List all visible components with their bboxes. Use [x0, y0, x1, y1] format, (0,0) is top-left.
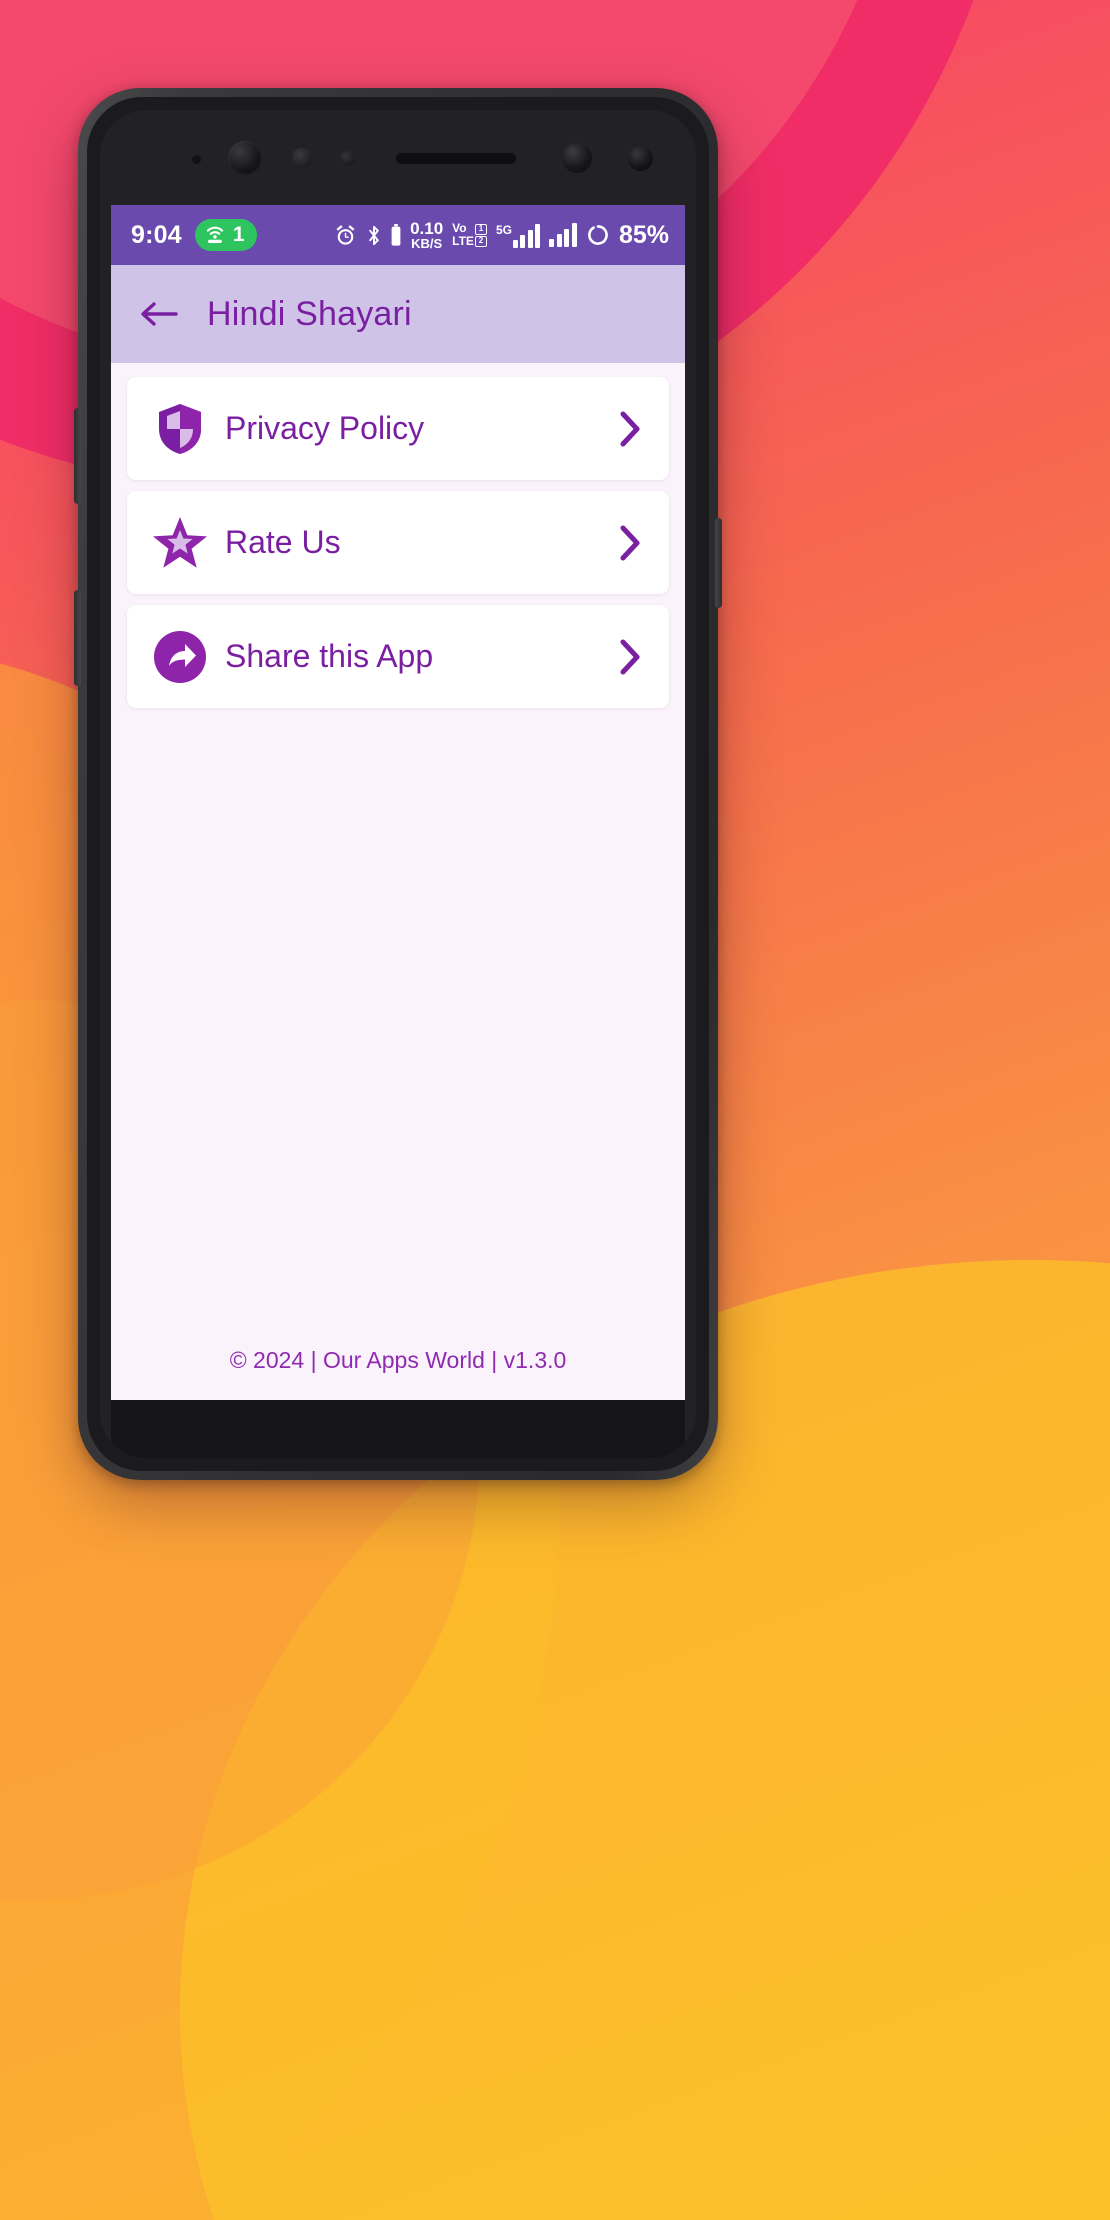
volte-indicator: Vo LTE 1 2 [452, 222, 487, 247]
front-camera-icon [228, 141, 262, 175]
hotspot-icon [206, 226, 224, 243]
ir-sensor-icon [292, 148, 312, 168]
data-speed-unit: KB/S [411, 236, 443, 251]
status-bar-clock: 9:04 [131, 220, 182, 249]
battery-ring-icon [588, 225, 608, 245]
shield-icon [159, 403, 201, 454]
secondary-camera-icon [628, 146, 653, 171]
light-sensor-icon [340, 151, 355, 166]
app-bar: Hindi Shayari [111, 265, 685, 363]
signal-indicator-1: 5G [496, 223, 541, 248]
chevron-right-icon [620, 639, 640, 674]
data-speed-indicator: 0.10 KB/S [410, 220, 443, 250]
phone-device-frame: 9:04 1 0.10 KB/S Vo LTE 1 2 5G 85% Hindi… [74, 88, 722, 1480]
volume-down-button[interactable] [74, 590, 81, 686]
status-bar: 9:04 1 0.10 KB/S Vo LTE 1 2 5G 85% [111, 205, 685, 265]
menu-item-rate-us[interactable]: Rate Us [127, 491, 669, 594]
footer-copyright: © 2024 | Our Apps World | v1.3.0 [229, 1347, 567, 1373]
phone-device-inner: 9:04 1 0.10 KB/S Vo LTE 1 2 5G 85% Hindi… [87, 97, 709, 1471]
share-icon-wrapper [149, 630, 211, 684]
volte-sim1: 1 [474, 223, 487, 235]
settings-list: Privacy Policy Rate Us Share this App © … [111, 363, 685, 1400]
volte-sim2: 2 [474, 235, 487, 247]
signal-bars-icon [512, 223, 541, 248]
chevron-right-icon [620, 525, 640, 560]
iris-camera-icon [562, 143, 592, 173]
chevron-wrapper [617, 409, 643, 449]
volte-sim-numbers: 1 2 [474, 223, 487, 247]
menu-item-privacy-policy[interactable]: Privacy Policy [127, 377, 669, 480]
network-type-label: 5G [495, 222, 512, 237]
phone-screen: 9:04 1 0.10 KB/S Vo LTE 1 2 5G 85% Hindi… [111, 205, 685, 1400]
back-arrow-icon [141, 302, 178, 326]
star-icon [153, 516, 207, 568]
power-button[interactable] [715, 518, 722, 608]
phone-bottom-chin [111, 1400, 685, 1458]
share-icon [154, 630, 206, 683]
phone-bezel: 9:04 1 0.10 KB/S Vo LTE 1 2 5G 85% Hindi… [100, 110, 696, 1458]
chevron-right-icon [620, 411, 640, 446]
volte-line2: LTE [452, 234, 474, 248]
data-speed-value: 0.10 [410, 219, 444, 238]
menu-item-label: Privacy Policy [225, 410, 425, 446]
hotspot-badge: 1 [194, 219, 257, 251]
menu-item-label: Rate Us [225, 524, 341, 560]
battery-percentage: 85% [618, 220, 669, 249]
signal-bars-icon-2 [549, 223, 577, 247]
chevron-wrapper [617, 637, 643, 677]
menu-item-share-app[interactable]: Share this App [127, 605, 669, 708]
page-title: Hindi Shayari [207, 294, 412, 333]
menu-item-label: Share this App [225, 638, 434, 674]
hotspot-count: 1 [232, 223, 245, 246]
back-button[interactable] [139, 298, 179, 330]
chevron-wrapper [617, 523, 643, 563]
bluetooth-icon [369, 225, 379, 245]
battery-icon [391, 224, 401, 246]
volte-label: Vo LTE [452, 222, 474, 247]
alarm-icon [336, 224, 355, 245]
status-bar-left: 9:04 1 [131, 219, 257, 251]
proximity-sensor-icon [192, 155, 201, 164]
volume-up-button[interactable] [74, 408, 81, 504]
star-icon-wrapper [149, 516, 211, 570]
status-bar-right: 0.10 KB/S Vo LTE 1 2 5G 85% [334, 220, 669, 250]
shield-icon-wrapper [149, 402, 211, 456]
earpiece-speaker-icon [396, 153, 516, 164]
